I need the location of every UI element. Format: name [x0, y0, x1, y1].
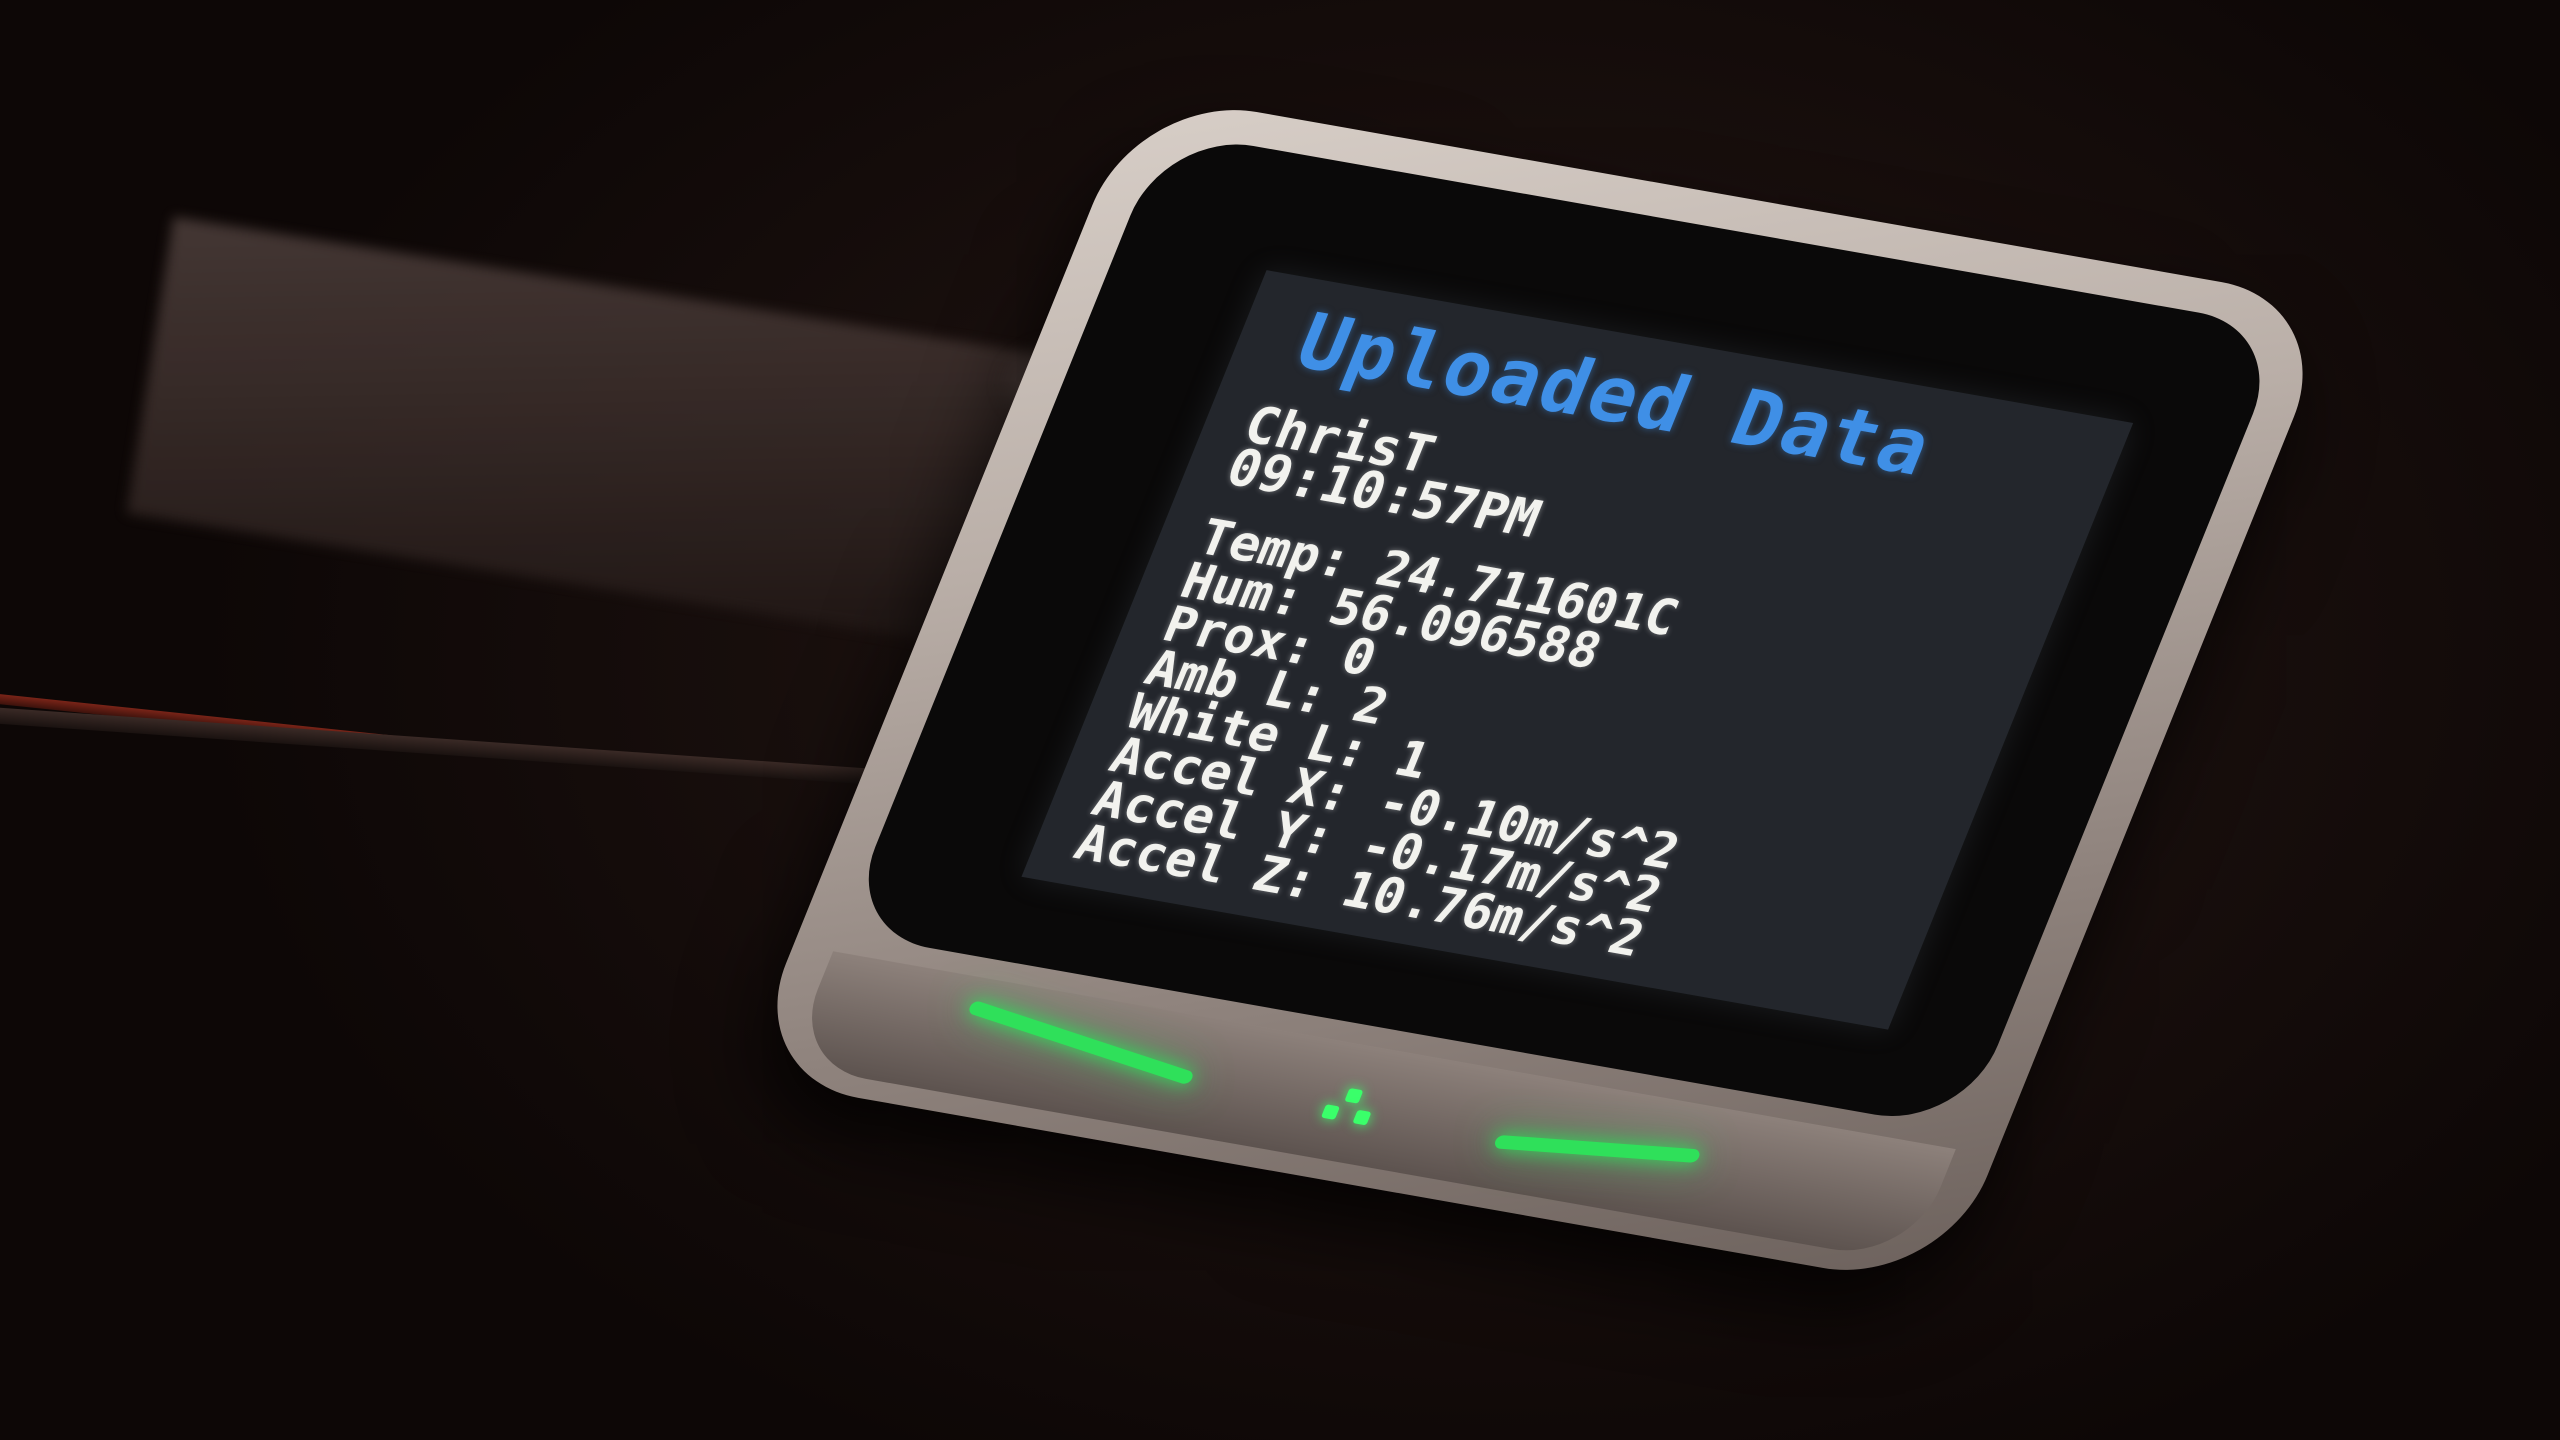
status-led-dot	[1352, 1109, 1372, 1126]
device-wrap: Uploaded Data ChrisT 09:10:57PM Temp: 24…	[0, 0, 2560, 1440]
photo-scene: Uploaded Data ChrisT 09:10:57PM Temp: 24…	[0, 0, 2560, 1440]
m5stack-device: Uploaded Data ChrisT 09:10:57PM Temp: 24…	[740, 91, 2340, 1289]
right-button-led[interactable]	[1493, 1134, 1702, 1163]
status-led-dot	[1344, 1087, 1364, 1104]
left-button-led[interactable]	[966, 999, 1196, 1086]
status-led-icon	[1311, 1084, 1387, 1136]
sensor-readings: Temp: 24.711601C Hum: 56.096588 Prox: 0 …	[1067, 508, 1773, 968]
status-led-dot	[1320, 1104, 1341, 1120]
screen-bezel: Uploaded Data ChrisT 09:10:57PM Temp: 24…	[840, 130, 2288, 1131]
lcd-screen[interactable]: Uploaded Data ChrisT 09:10:57PM Temp: 24…	[1021, 270, 2134, 1030]
